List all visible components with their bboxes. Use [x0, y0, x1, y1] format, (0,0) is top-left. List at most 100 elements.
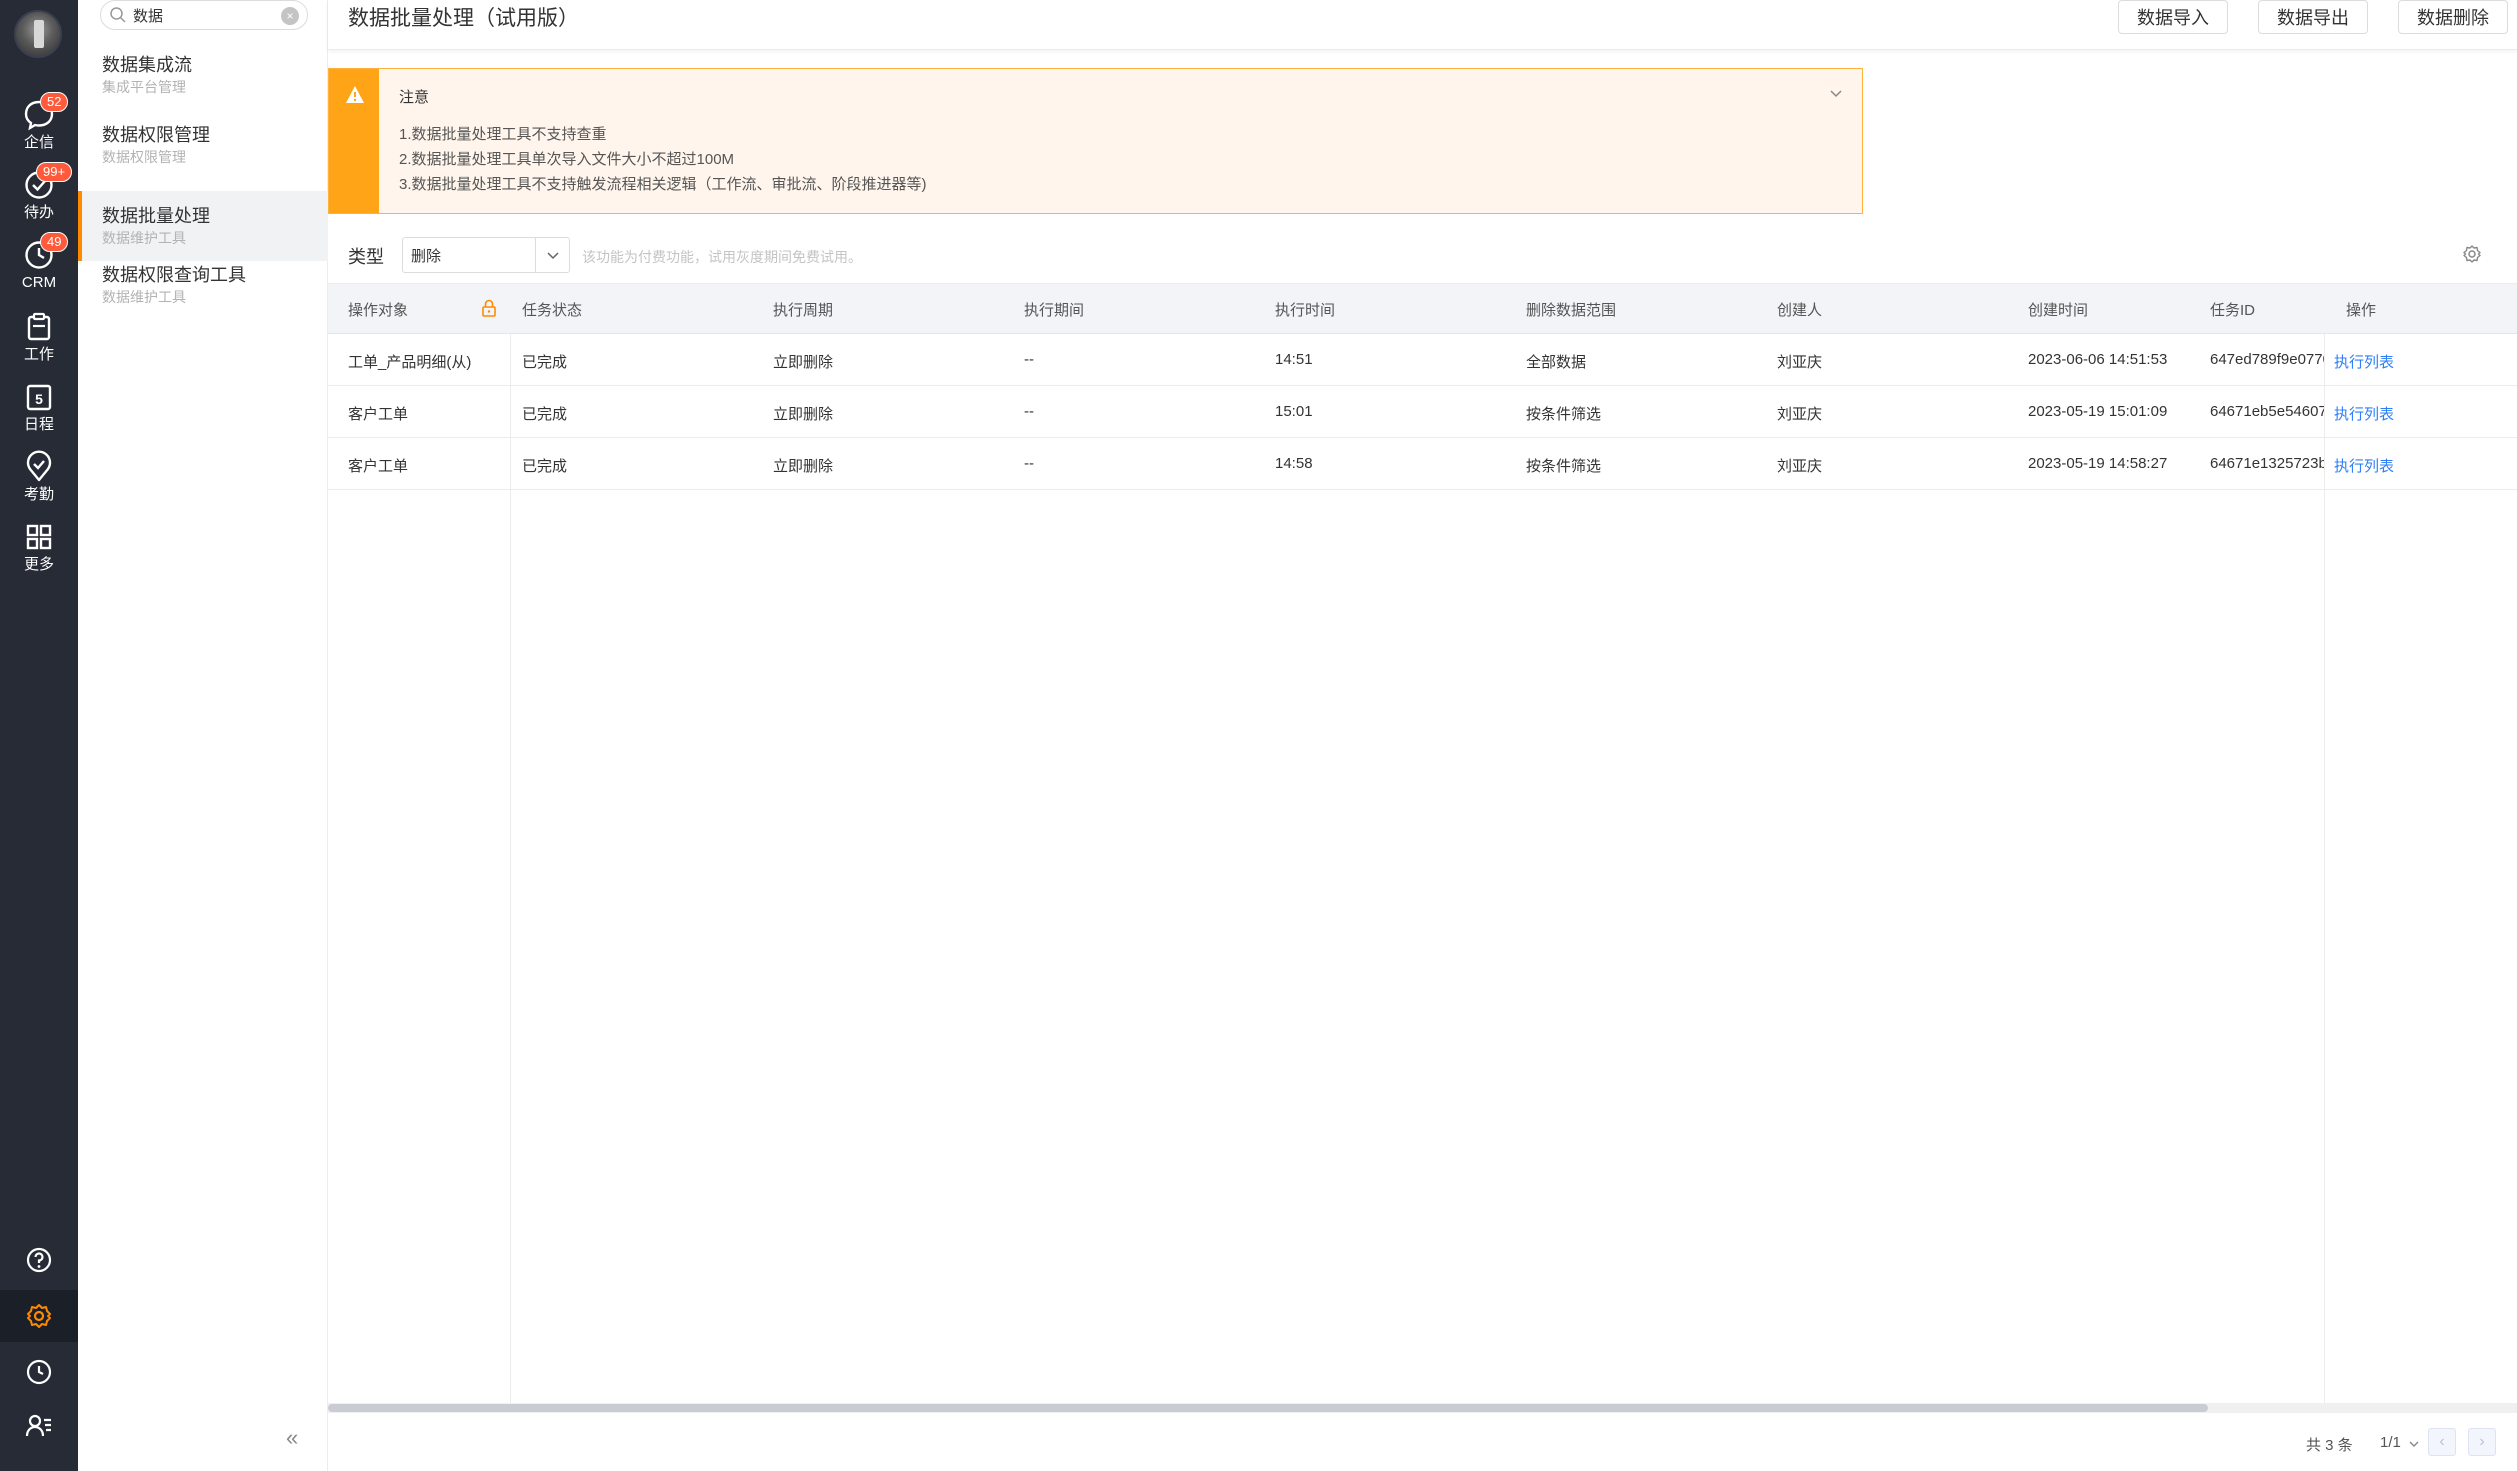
table-settings-icon[interactable] — [2462, 244, 2482, 264]
rail-label: 更多 — [23, 556, 54, 573]
contacts-button[interactable] — [0, 1400, 78, 1452]
actions-column-divider — [2324, 334, 2325, 1407]
menu-item-subtitle: 数据维护工具 — [102, 230, 186, 246]
chevron-down-icon[interactable] — [1828, 85, 1844, 101]
cell-created-time: 2023-06-06 14:51:53 — [2028, 351, 2168, 368]
app-root: 企信 52 待办 99+ CRM 49 工作 5 日程 考勤 更多 数据 × 数… — [0, 0, 2517, 1471]
type-filter-label: 类型 — [348, 247, 384, 267]
page-header: 数据批量处理（试用版） 数据导入 数据导出 数据删除 — [328, 0, 2517, 50]
col-header-created-time: 创建时间 — [2028, 302, 2089, 319]
menu-item-title: 数据集成流 — [102, 55, 192, 75]
table-row: 工单_产品明细(从) 已完成 立即删除 -- 14:51 全部数据 刘亚庆 20… — [328, 334, 2517, 386]
chevron-down-icon — [2409, 1441, 2419, 1447]
rail-label: 考勤 — [23, 486, 54, 503]
clear-search-icon[interactable]: × — [281, 7, 299, 25]
search-icon — [110, 7, 126, 23]
cell-scope: 按条件筛选 — [1526, 406, 1602, 423]
filter-hint: 该功能为付费功能，试用灰度期间免费试用。 — [582, 249, 862, 265]
type-select-value: 删除 — [411, 247, 442, 265]
cell-exec-time: 15:01 — [1275, 403, 1313, 420]
col-header-cycle: 执行周期 — [773, 302, 834, 319]
cell-period: -- — [1024, 455, 1034, 472]
pagination-total: 共 3 条 — [2306, 1437, 2353, 1454]
menu-item-title: 数据权限查询工具 — [102, 265, 246, 285]
rail-label: 工作 — [23, 346, 54, 363]
rail-item-crm[interactable]: CRM 49 — [0, 232, 78, 292]
menu-item-subtitle: 集成平台管理 — [102, 79, 186, 95]
settings-button[interactable] — [0, 1290, 78, 1342]
rail-label: 企信 — [23, 134, 54, 151]
rail-item-attendance[interactable]: 考勤 — [0, 444, 78, 504]
notice-line: 1.数据批量处理工具不支持查重 — [399, 126, 607, 143]
table-row: 客户工单 已完成 立即删除 -- 14:58 按条件筛选 刘亚庆 2023-05… — [328, 438, 2517, 490]
pagination-page-select[interactable]: 1/1 — [2380, 1434, 2401, 1451]
table-header: 操作对象 任务状态 执行周期 执行期间 执行时间 删除数据范围 创建人 创建时间… — [328, 284, 2517, 334]
export-data-button[interactable]: 数据导出 — [2258, 0, 2368, 34]
calendar-day: 5 — [35, 391, 43, 407]
menu-search: × — [100, 0, 308, 30]
type-select[interactable]: 删除 — [402, 237, 570, 273]
next-page-button[interactable]: › — [2468, 1428, 2496, 1456]
cell-period: -- — [1024, 403, 1034, 420]
history-button[interactable] — [0, 1346, 78, 1398]
cell-exec-time: 14:51 — [1275, 351, 1313, 368]
gear-icon — [27, 1304, 51, 1328]
col-header-status: 任务状态 — [522, 302, 583, 319]
user-avatar[interactable] — [14, 10, 62, 58]
crm-badge: 49 — [40, 232, 69, 252]
cell-task-id: 647ed789f9e07700 — [2210, 351, 2324, 368]
notice-title: 注意 — [399, 89, 430, 106]
menu-item-permission-query[interactable]: 数据权限查询工具 数据维护工具 — [78, 250, 328, 320]
menu-item-permission-management[interactable]: 数据权限管理 数据权限管理 — [78, 110, 328, 180]
col-header-actions: 操作 — [2346, 302, 2377, 319]
frozen-column-divider — [510, 334, 511, 1407]
col-header-period: 执行期间 — [1024, 302, 1085, 319]
help-button[interactable] — [0, 1234, 78, 1286]
cell-status: 已完成 — [522, 354, 568, 371]
warning-icon — [346, 86, 364, 103]
rail-item-todo[interactable]: 待办 99+ — [0, 162, 78, 222]
menu-item-integration-flow[interactable]: 数据集成流 集成平台管理 — [78, 40, 328, 110]
col-header-task-id: 任务ID — [2210, 302, 2256, 319]
cell-creator: 刘亚庆 — [1777, 406, 1823, 423]
cell-created-time: 2023-05-19 15:01:09 — [2028, 403, 2168, 420]
page-title: 数据批量处理（试用版） — [348, 7, 579, 30]
menu-item-subtitle: 数据权限管理 — [102, 149, 186, 165]
search-input[interactable] — [133, 6, 273, 24]
lock-icon[interactable] — [480, 298, 498, 318]
menu-item-title: 数据批量处理 — [102, 206, 210, 226]
col-header-creator: 创建人 — [1777, 302, 1823, 319]
cell-period: -- — [1024, 351, 1034, 368]
cell-created-time: 2023-05-19 14:58:27 — [2028, 455, 2168, 472]
execution-list-link[interactable]: 执行列表 — [2334, 351, 2394, 372]
rail-label: CRM — [21, 274, 57, 291]
cell-task-id: 64671e1325723b0 — [2210, 455, 2324, 472]
col-header-object: 操作对象 — [348, 302, 409, 319]
sub-menu: × 数据集成流 集成平台管理 数据权限管理 数据权限管理 数据批量处理 数据维护… — [78, 0, 328, 1471]
task-table: 操作对象 任务状态 执行周期 执行期间 执行时间 删除数据范围 创建人 创建时间… — [328, 283, 2517, 1407]
cell-task-id: 64671eb5e546070 — [2210, 403, 2324, 420]
select-arrow[interactable] — [535, 238, 569, 272]
rail-item-schedule[interactable]: 5 日程 — [0, 374, 78, 434]
main-content: 数据批量处理（试用版） 数据导入 数据导出 数据删除 注意 1.数据批量处理工具… — [328, 0, 2517, 1471]
collapse-menu-button[interactable]: « — [286, 1425, 298, 1451]
menu-item-title: 数据权限管理 — [102, 125, 210, 145]
execution-list-link[interactable]: 执行列表 — [2334, 455, 2394, 476]
notice-stripe — [329, 69, 379, 213]
table-row: 客户工单 已完成 立即删除 -- 15:01 按条件筛选 刘亚庆 2023-05… — [328, 386, 2517, 438]
cell-object: 客户工单 — [348, 458, 409, 475]
cell-status: 已完成 — [522, 458, 568, 475]
cell-exec-time: 14:58 — [1275, 455, 1313, 472]
delete-data-button[interactable]: 数据删除 — [2398, 0, 2508, 34]
scrollbar-thumb[interactable] — [328, 1404, 2208, 1412]
import-data-button[interactable]: 数据导入 — [2118, 0, 2228, 34]
rail-item-more[interactable]: 更多 — [0, 514, 78, 574]
prev-page-button[interactable]: ‹ — [2428, 1428, 2456, 1456]
execution-list-link[interactable]: 执行列表 — [2334, 403, 2394, 424]
rail-item-qixin[interactable]: 企信 52 — [0, 92, 78, 152]
cell-cycle: 立即删除 — [773, 458, 834, 475]
rail-item-work[interactable]: 工作 — [0, 304, 78, 364]
cell-object: 客户工单 — [348, 406, 409, 423]
cell-cycle: 立即删除 — [773, 354, 834, 371]
cell-scope: 按条件筛选 — [1526, 458, 1602, 475]
